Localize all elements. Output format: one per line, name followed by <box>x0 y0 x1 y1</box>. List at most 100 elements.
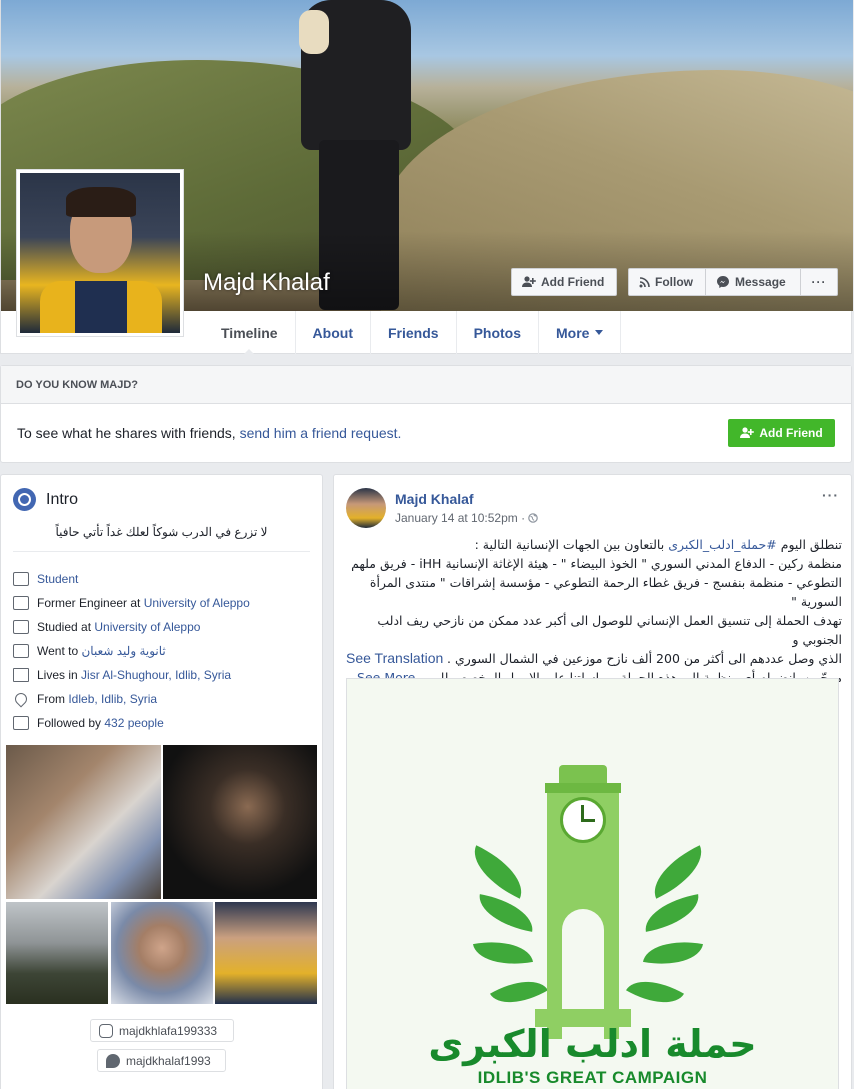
leaf-shape <box>643 845 713 899</box>
leaf-shape <box>475 894 537 932</box>
see-translation-link[interactable]: See Translation <box>346 650 443 666</box>
featured-photos <box>6 745 317 1004</box>
post-line: التطوعي - منظمة بنفسج - فريق غطاء الرحمة… <box>369 575 842 609</box>
do-you-know-title: DO YOU KNOW MAJD? <box>1 366 851 404</box>
briefcase-icon <box>13 596 29 610</box>
tab-friends-label: Friends <box>387 324 439 341</box>
twitter-icon <box>106 1053 120 1068</box>
more-dots-icon: ··· <box>811 275 827 289</box>
tab-about[interactable]: About <box>296 311 371 354</box>
post-line: تنطلق اليوم #حملة_ادلب_الكبرى بالتعاون ب… <box>346 535 842 554</box>
intro-item-school: Went to ثانوية وليد شعبان <box>13 639 310 663</box>
message-label: Message <box>735 275 786 289</box>
leaf-shape <box>472 934 534 972</box>
photo-thumbnail[interactable] <box>215 902 317 1004</box>
follow-label: Follow <box>655 275 693 289</box>
intro-link-work[interactable]: University of Aleppo <box>144 596 250 610</box>
photo-thumbnail[interactable] <box>111 902 213 1004</box>
intro-link-lives[interactable]: Jisr Al-Shughour, Idlib, Syria <box>81 668 231 682</box>
add-friend-icon <box>522 276 536 287</box>
location-pin-icon <box>12 690 30 708</box>
add-friend-green-label: Add Friend <box>759 426 823 440</box>
campaign-title-arabic: حملة ادلب الكبرى <box>428 1022 757 1066</box>
intro-item-lives: Lives in Jisr Al-Shughour, Idlib, Syria <box>13 663 310 687</box>
leaf-shape <box>625 967 685 1017</box>
clock-hand <box>581 819 595 822</box>
intro-item-from: From Idleb, Idlib, Syria <box>12 687 310 711</box>
instagram-icon <box>99 1023 113 1038</box>
intro-link-followers[interactable]: 432 people <box>104 716 163 730</box>
intro-prefix: Went to <box>37 644 82 658</box>
intro-bio: لا تزرع في الدرب شوكاً لعلك غداً تأتي حا… <box>55 525 268 539</box>
campaign-title-english: IDLIB'S GREAT CAMPAIGN <box>477 1068 708 1087</box>
post-text-segment: بالتعاون بين الجهات الإنسانية التالية : <box>474 537 669 552</box>
caret-down-icon <box>595 330 604 335</box>
avatar[interactable] <box>346 488 386 528</box>
post-author[interactable]: Majd Khalaf <box>395 491 474 507</box>
tab-photos-label: Photos <box>473 324 522 341</box>
globe-icon <box>528 513 539 523</box>
post-timestamp[interactable]: January 14 at 10:52pm · <box>395 511 528 525</box>
tab-friends[interactable]: Friends <box>371 311 457 354</box>
hashtag-link[interactable]: #حملة_ادلب_الكبرى <box>668 537 777 552</box>
photo-thumbnail[interactable] <box>6 745 161 899</box>
add-friend-button[interactable]: Add Friend <box>511 268 617 296</box>
house-icon <box>13 668 29 682</box>
post-card: Majd Khalaf January 14 at 10:52pm · ··· … <box>333 474 852 1089</box>
do-you-know-card: DO YOU KNOW MAJD? To see what he shares … <box>0 365 852 463</box>
do-you-know-prompt: To see what he shares with friends, <box>17 425 236 441</box>
globe-icon <box>13 488 36 511</box>
do-you-know-text: To see what he shares with friends, send… <box>17 425 401 441</box>
tab-more-label: More <box>556 324 590 341</box>
leaf-shape <box>463 845 533 899</box>
instagram-link[interactable]: majdkhlafa199333 <box>90 1019 234 1042</box>
intro-card: Intro لا تزرع في الدرب شوكاً لعلك غداً ت… <box>0 474 323 1089</box>
intro-item-student: Student <box>13 567 310 591</box>
tab-more[interactable]: More <box>539 311 622 354</box>
more-options-button[interactable]: ··· <box>800 268 838 296</box>
intro-link-from[interactable]: Idleb, Idlib, Syria <box>68 692 157 706</box>
photo-thumbnail[interactable] <box>163 745 317 899</box>
intro-prefix: Followed by <box>37 716 105 730</box>
intro-prefix: Lives in <box>37 668 82 682</box>
divider <box>13 551 310 552</box>
profile-name[interactable]: Majd Khalaf <box>203 269 330 297</box>
intro-prefix: Studied at <box>37 620 95 634</box>
add-friend-label: Add Friend <box>541 275 605 289</box>
tab-photos[interactable]: Photos <box>457 311 540 354</box>
send-friend-request-link[interactable]: send him a friend request. <box>240 425 402 441</box>
message-button[interactable]: Message <box>705 268 801 296</box>
photo-thumbnail[interactable] <box>6 902 108 1004</box>
post-text-segment: تنطلق اليوم <box>776 537 842 552</box>
tower-cap <box>545 783 621 793</box>
leaf-shape <box>642 934 704 972</box>
rss-feed-icon <box>13 716 29 730</box>
profile-picture[interactable] <box>16 169 184 337</box>
intro-header: Intro <box>13 488 78 511</box>
intro-link-school[interactable]: ثانوية وليد شعبان <box>81 644 165 658</box>
post-line: تهدف الحملة إلى تنسيق العمل الإنساني للو… <box>377 613 842 647</box>
post-options-button[interactable]: ··· <box>822 487 839 503</box>
intro-title: Intro <box>46 490 79 508</box>
intro-link-university[interactable]: University of Aleppo <box>94 620 200 634</box>
post-line: منظمة ركين - الدفاع المدني السوري " الخو… <box>351 556 842 571</box>
intro-item-work: Former Engineer at University of Aleppo <box>13 591 310 615</box>
briefcase-icon <box>13 572 29 586</box>
add-friend-green-button[interactable]: Add Friend <box>728 419 835 447</box>
tab-timeline[interactable]: Timeline <box>204 311 296 355</box>
graduation-cap-icon <box>13 644 29 658</box>
follow-button[interactable]: Follow <box>628 268 706 296</box>
intro-item-followers: Followed by 432 people <box>13 711 310 735</box>
intro-link-student[interactable]: Student <box>37 572 78 586</box>
twitter-handle: majdkhalaf1993 <box>126 1053 211 1068</box>
twitter-link[interactable]: majdkhalaf1993 <box>97 1049 226 1072</box>
intro-item-studied: Studied at University of Aleppo <box>13 615 310 639</box>
profile-nav: Timeline About Friends Photos More <box>204 311 622 355</box>
intro-list: Student Former Engineer at University of… <box>12 567 310 735</box>
instagram-handle: majdkhlafa199333 <box>119 1023 218 1038</box>
tab-about-label: About <box>312 324 353 341</box>
leaf-shape <box>641 894 703 932</box>
messenger-icon <box>717 276 729 288</box>
post-image[interactable]: حملة ادلب الكبرى IDLIB'S GREAT CAMPAIGN <box>346 678 839 1089</box>
rss-icon <box>639 276 650 287</box>
